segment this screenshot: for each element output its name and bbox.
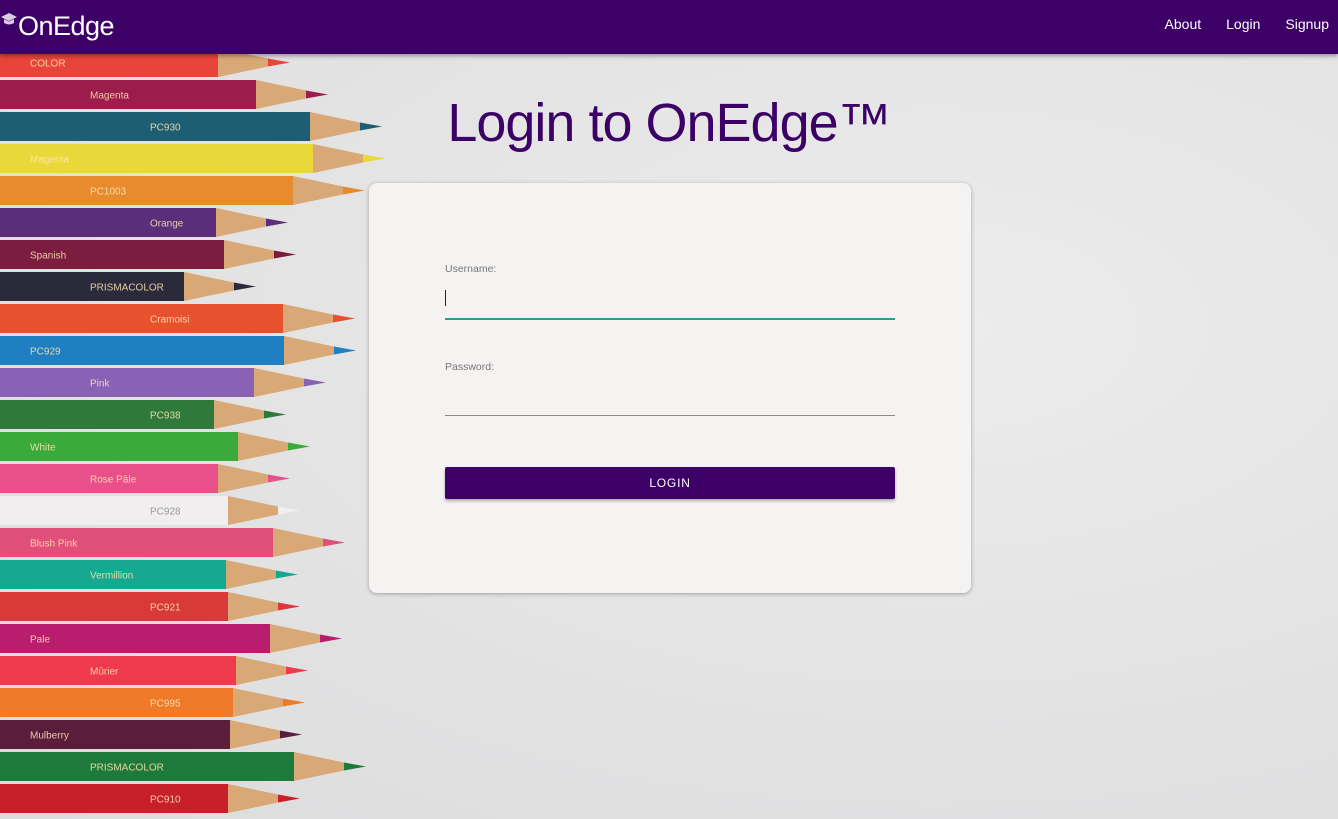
- pencil-wood: [284, 336, 334, 365]
- pencil-wood: [294, 752, 344, 781]
- page-title: Login to OnEdge™: [447, 93, 891, 153]
- pencil-wood: [224, 240, 274, 269]
- pencil-wood: [226, 560, 276, 589]
- pencil-wood: [228, 496, 278, 525]
- password-input[interactable]: [445, 383, 895, 409]
- pencil-label: PC921: [150, 603, 181, 614]
- nav-menu: About Login Signup: [1140, 0, 1329, 48]
- pencil-tip: [320, 634, 342, 643]
- pencil-label: PC929: [30, 347, 61, 358]
- pencil-wood: [238, 432, 288, 461]
- pencil-tip: [278, 506, 300, 515]
- pencil-wood: [283, 304, 333, 333]
- pencil-wood: [218, 464, 268, 493]
- pencil-tip: [274, 250, 296, 259]
- pencil-label: PRISMACOLOR: [90, 763, 164, 774]
- colored-pencils-image: COLORMagentaPC930MagentaPC1003OrangeSpan…: [0, 54, 385, 813]
- pencil-tip: [343, 186, 365, 195]
- pencil-body: [0, 176, 293, 205]
- pencil-body: [0, 496, 228, 525]
- username-label: Username:: [445, 263, 497, 275]
- pencil-tip: [323, 538, 345, 547]
- pencil-tip: [344, 762, 366, 771]
- pencil-tip: [283, 698, 305, 707]
- pencil-tip: [333, 314, 355, 323]
- pencil-label: COLOR: [30, 59, 66, 70]
- pencil-body: [0, 208, 216, 237]
- pencil-wood: [236, 656, 286, 685]
- brand-logo[interactable]: OnEdge: [0, 9, 115, 45]
- pencil-label: Rose Pâle: [90, 475, 137, 486]
- pencil-tip: [334, 346, 356, 355]
- pencil-body: [0, 784, 228, 813]
- pencil-label: Pink: [90, 379, 110, 390]
- pencil-wood: [254, 368, 304, 397]
- pencil-wood: [218, 54, 268, 77]
- pencil-label: Cramoisi: [150, 315, 189, 326]
- pencil-tip: [286, 666, 308, 675]
- pencil-body: [0, 688, 233, 717]
- pencil-tip: [268, 474, 290, 483]
- pencil-body: [0, 400, 214, 429]
- pencil-label: Vermillion: [90, 571, 133, 582]
- pencil-label: Mulberry: [30, 731, 69, 742]
- pencil-label: PC1003: [90, 187, 127, 198]
- pencil-tip: [288, 442, 310, 451]
- nav-login-link[interactable]: Login: [1226, 16, 1260, 32]
- username-underline: [445, 318, 895, 320]
- pencil-tip: [304, 378, 326, 387]
- pencil-label: White: [30, 443, 56, 454]
- pencil-label: PC928: [150, 507, 181, 518]
- pencil-tip: [276, 570, 298, 579]
- pencil-label: PC938: [150, 411, 181, 422]
- pencil-label: Pale: [30, 635, 50, 646]
- password-label: Password:: [445, 361, 495, 373]
- brand-name: OnEdge: [18, 11, 115, 41]
- pencil-wood: [216, 208, 266, 237]
- pencil-body: [0, 592, 228, 621]
- pencil-wood: [230, 720, 280, 749]
- nav-about-link[interactable]: About: [1165, 16, 1202, 32]
- pencil-tip: [280, 730, 302, 739]
- pencil-tip: [278, 794, 300, 803]
- top-navbar: OnEdge About Login Signup: [0, 0, 1338, 54]
- pencil-wood: [214, 400, 264, 429]
- graduation-cap-icon: [1, 13, 17, 25]
- pencil-wood: [228, 592, 278, 621]
- pencil-label: PC995: [150, 699, 181, 710]
- pencil-label: Spanish: [30, 251, 66, 262]
- pencil-body: [0, 368, 254, 397]
- pencil-tip: [266, 218, 288, 227]
- pencil-body: [0, 304, 283, 333]
- pencil-label: Orange: [150, 219, 184, 230]
- pencil-wood: [233, 688, 283, 717]
- password-underline: [445, 415, 895, 416]
- username-input[interactable]: [445, 285, 895, 311]
- pencil-wood: [184, 272, 234, 301]
- pencil-wood: [293, 176, 343, 205]
- pencil-label: PRISMACOLOR: [90, 283, 164, 294]
- username-field: Username:: [445, 263, 895, 320]
- pencil-label: PC910: [150, 795, 181, 806]
- pencil-tip: [278, 602, 300, 611]
- login-button[interactable]: LOGIN: [445, 467, 895, 499]
- pencil-label: Mûrier: [90, 667, 119, 678]
- pencil-wood: [270, 624, 320, 653]
- pencil-tip: [234, 282, 256, 291]
- pencil-tip: [268, 58, 290, 67]
- pencil-wood: [273, 528, 323, 557]
- password-field: Password:: [445, 361, 895, 416]
- pencil-tip: [264, 410, 286, 419]
- pencil-wood: [228, 784, 278, 813]
- nav-signup-link[interactable]: Signup: [1285, 16, 1329, 32]
- pencil-label: Blush Pink: [30, 539, 78, 550]
- login-card: Username: Password: LOGIN: [369, 183, 971, 593]
